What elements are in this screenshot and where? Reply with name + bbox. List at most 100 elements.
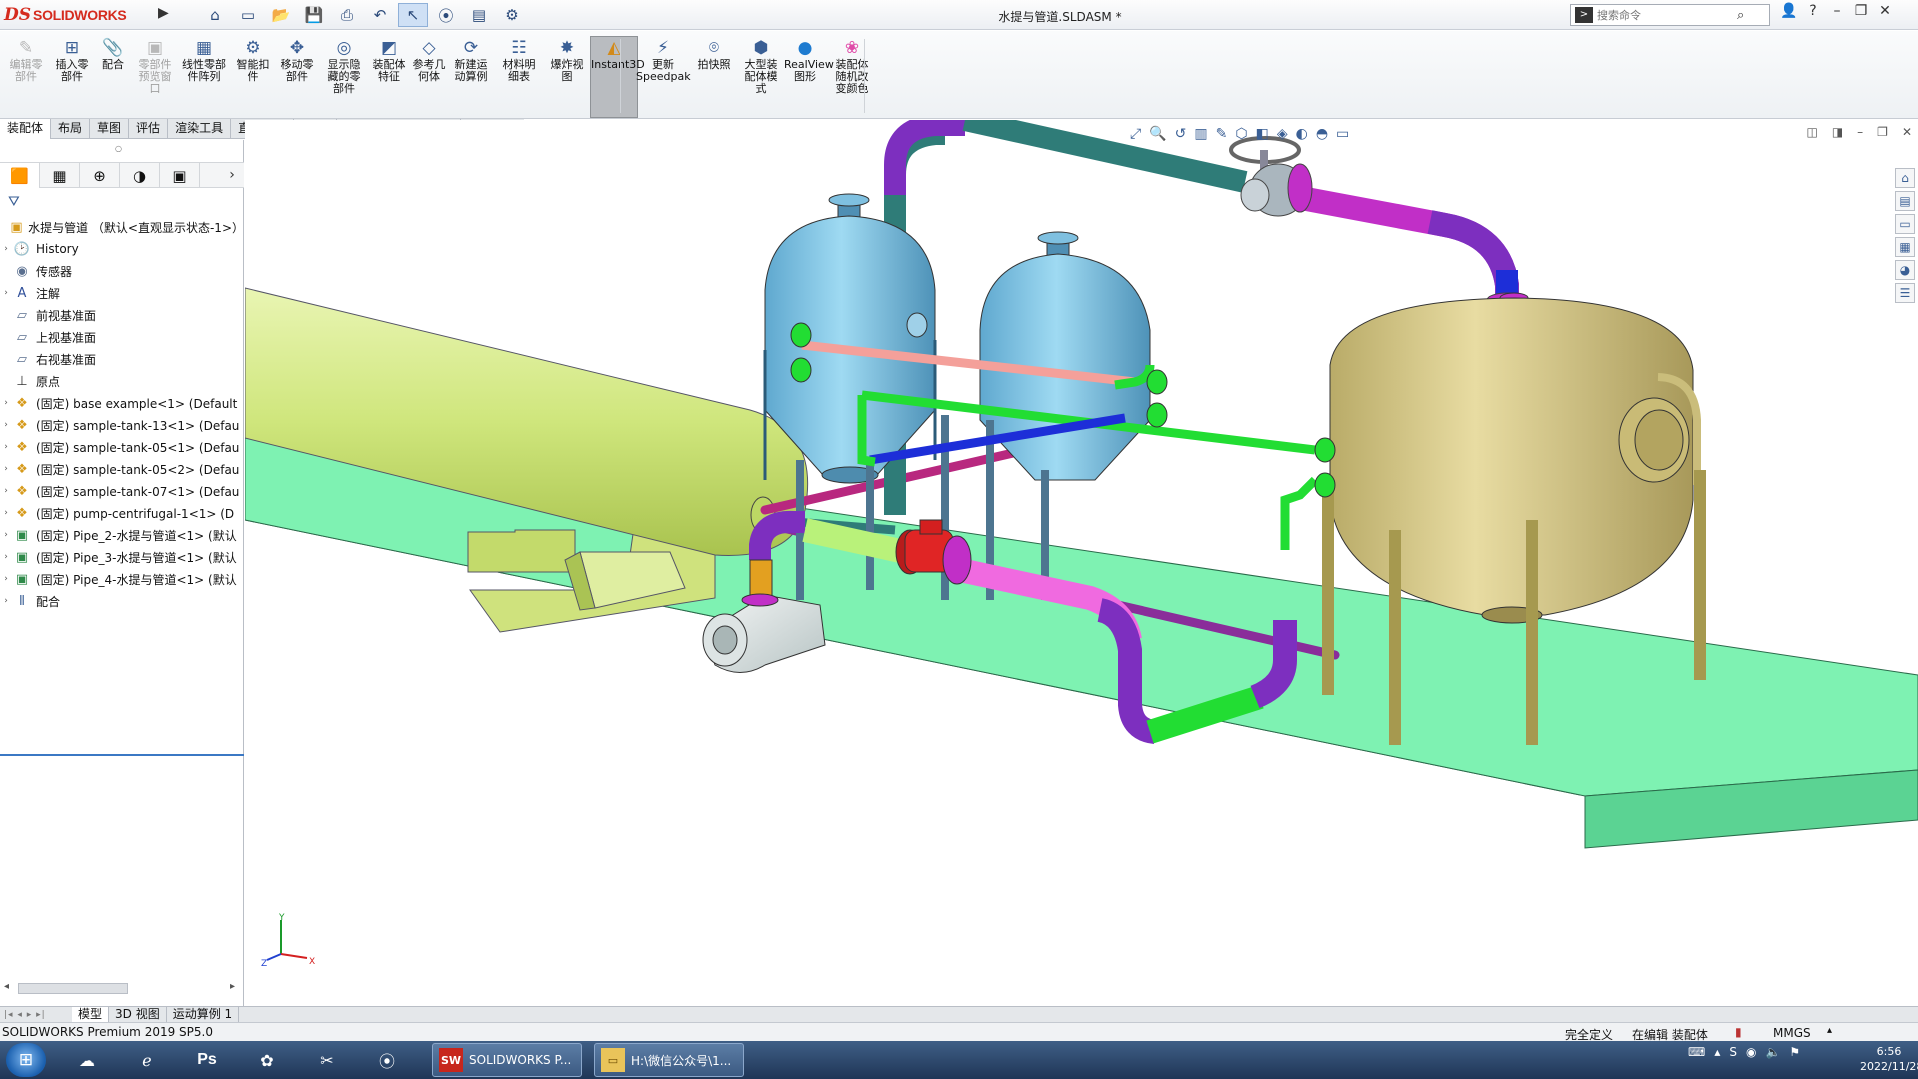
tree-node[interactable]: › ▣ (固定) Pipe_2-水提与管道<1> (默认 <box>0 524 244 546</box>
tool-smart-fastener[interactable]: ⚙ 智能扣 件 <box>235 37 271 117</box>
tool-mate-paperclip[interactable]: 📎 配合 <box>94 37 132 117</box>
rollback-bar[interactable] <box>0 754 244 756</box>
search-icon[interactable]: ⌕ <box>1737 8 1744 23</box>
tool-large-assembly[interactable]: ⬢ 大型装 配体模 式 <box>740 37 782 117</box>
tab-3[interactable]: 评估 <box>129 119 169 139</box>
tree-node[interactable]: › ❖ (固定) sample-tank-05<2> (Defau <box>0 458 244 480</box>
unit-dropdown-icon[interactable]: ▴ <box>1827 1025 1832 1036</box>
search-input[interactable] <box>1597 8 1737 22</box>
open-folder-icon[interactable]: 📂 <box>266 3 296 27</box>
user-icon[interactable]: 👤 <box>1780 3 1798 19</box>
tree-node[interactable]: ▱ 右视基准面 <box>0 348 244 370</box>
select-arrow-icon[interactable]: ↖ <box>398 3 428 27</box>
zoom-area-icon[interactable]: 🔍 <box>1149 126 1166 142</box>
tool-assembly-feature[interactable]: ◩ 装配体 特征 <box>370 37 408 117</box>
configuration-manager-icon[interactable]: ⊕ <box>80 163 120 188</box>
tool-realview-sphere[interactable]: ● RealView 图形 <box>784 37 834 117</box>
tree-node[interactable]: › 🕑 History <box>0 238 244 260</box>
expand-chevron-icon[interactable]: › <box>0 244 12 254</box>
bottom-tab-0[interactable]: 模型 <box>72 1007 110 1022</box>
assembly-model[interactable] <box>245 120 1918 1006</box>
tree-node[interactable]: › ❖ (固定) sample-tank-07<1> (Defau <box>0 480 244 502</box>
tool-move-component[interactable]: ✥ 移动零 部件 <box>276 37 318 117</box>
scroll-right-icon[interactable]: ▸ <box>230 981 235 992</box>
expand-chevron-icon[interactable]: › <box>0 486 12 496</box>
close-icon[interactable]: ✕ <box>1876 3 1894 19</box>
tree-node[interactable]: › ❖ (固定) pump-centrifugal-1<1> (D <box>0 502 244 524</box>
tab-4[interactable]: 渲染工具 <box>168 119 232 139</box>
tree-node[interactable]: › ⫴ 配合 <box>0 590 244 612</box>
solidworks-resources-icon[interactable]: ⌂ <box>1895 168 1915 188</box>
expand-chevron-icon[interactable]: › <box>0 464 12 474</box>
expand-chevron-icon[interactable]: › <box>0 552 12 562</box>
file-properties-icon[interactable]: ▤ <box>464 3 494 27</box>
help-icon[interactable]: ? <box>1804 3 1822 19</box>
appearances-scenes-icon[interactable]: ◕ <box>1895 260 1915 280</box>
volume-icon[interactable]: 🔈 <box>1765 1045 1780 1059</box>
tool-linear-pattern[interactable]: ▦ 线性零部 件阵列 <box>178 37 230 117</box>
view-settings-icon[interactable]: ▭ <box>1336 126 1349 142</box>
paint-icon[interactable]: ✿ <box>242 1043 292 1077</box>
hide-show-items-icon[interactable]: ◈ <box>1277 126 1288 142</box>
taskbar-window-folder[interactable]: ▭ H:\微信公众号\1... <box>594 1043 744 1077</box>
bottom-tab-1[interactable]: 3D 视图 <box>109 1007 167 1022</box>
menu-expand-arrow-icon[interactable]: ▶ <box>158 5 169 21</box>
viewport-split-icon[interactable]: ◫ <box>1806 125 1817 139</box>
dynamic-annotation-icon[interactable]: ✎ <box>1216 126 1228 142</box>
tree-node[interactable]: › A 注解 <box>0 282 244 304</box>
screen-capture-icon[interactable]: ✂ <box>302 1043 352 1077</box>
tab-0[interactable]: 装配体 <box>0 119 52 139</box>
ie-browser-icon[interactable]: ℯ <box>122 1043 172 1077</box>
property-manager-icon[interactable]: ▦ <box>40 163 80 188</box>
display-style-icon[interactable]: ◧ <box>1256 126 1269 142</box>
apply-scene-icon[interactable]: ◓ <box>1316 126 1328 142</box>
tool-edit-component[interactable]: ✎ 编辑零 部件 <box>4 37 48 117</box>
expand-chevron-icon[interactable]: › <box>0 288 12 298</box>
expand-chevron-icon[interactable]: › <box>0 442 12 452</box>
restore-icon[interactable]: ❐ <box>1852 3 1870 19</box>
graphics-area[interactable]: ⤢ 🔍 ↺ ▥ ✎ ⬡ ◧ ◈ ◐ ◓ ▭ ◫ ◨ – ❐ ✕ ⌂ ▤ ▭ ▦ … <box>245 120 1918 1006</box>
viewport-tile-icon[interactable]: ◨ <box>1832 125 1843 139</box>
solidworks-logo[interactable]: DS SOLIDWORKS <box>4 2 154 28</box>
tool-motion-study[interactable]: ⟳ 新建运 动算例 <box>450 37 492 117</box>
keyboard-icon[interactable]: ⌨ <box>1688 1045 1705 1059</box>
expand-chevron-icon[interactable]: › <box>0 398 12 408</box>
scroll-thumb[interactable] <box>18 983 128 994</box>
panel-grip-icon[interactable]: ○ <box>115 144 122 153</box>
tree-node[interactable]: ▱ 前视基准面 <box>0 304 244 326</box>
view-orientation-icon[interactable]: ⬡ <box>1235 126 1247 142</box>
tree-node[interactable]: ⊥ 原点 <box>0 370 244 392</box>
traffic-light-icon[interactable]: ⦿ <box>431 3 461 27</box>
view-palette-icon[interactable]: ▦ <box>1895 237 1915 257</box>
tool-component-preview[interactable]: ▣ 零部件 预览窗 口 <box>135 37 175 117</box>
ev-recorder-icon[interactable]: ⦿ <box>362 1043 412 1077</box>
expand-chevron-icon[interactable]: › <box>0 596 12 606</box>
tree-node[interactable]: › ❖ (固定) sample-tank-05<1> (Defau <box>0 436 244 458</box>
new-document-icon[interactable]: ▭ <box>233 3 263 27</box>
custom-properties-icon[interactable]: ☰ <box>1895 283 1915 303</box>
edit-appearance-icon[interactable]: ◐ <box>1296 126 1308 142</box>
cam-icon[interactable]: ▣ <box>160 163 200 188</box>
tool-bom[interactable]: ☷ 材料明 细表 <box>498 37 540 117</box>
network-icon[interactable]: ◉ <box>1746 1045 1756 1059</box>
horizontal-scrollbar[interactable]: ◂ ▸ <box>4 980 238 996</box>
input-method-icon[interactable]: S <box>1729 1045 1737 1059</box>
expand-chevron-icon[interactable]: › <box>0 574 12 584</box>
tree-node[interactable]: ▱ 上视基准面 <box>0 326 244 348</box>
action-center-icon[interactable]: ⚑ <box>1789 1045 1800 1059</box>
tool-random-color[interactable]: ❀ 装配体 随机改 变颜色 <box>830 37 874 117</box>
previous-view-icon[interactable]: ↺ <box>1175 126 1187 142</box>
filter-icon[interactable]: ⛛ <box>8 194 20 210</box>
tab-2[interactable]: 草图 <box>90 119 130 139</box>
design-library-icon[interactable]: ▤ <box>1895 191 1915 211</box>
tree-node[interactable]: › ❖ (固定) sample-tank-13<1> (Defau <box>0 414 244 436</box>
expand-chevron-icon[interactable]: › <box>0 508 12 518</box>
clock[interactable]: 6:56 2022/11/28 <box>1860 1044 1918 1074</box>
zoom-to-fit-icon[interactable]: ⤢ <box>1130 126 1141 142</box>
tree-node[interactable]: ◉ 传感器 <box>0 260 244 282</box>
print-icon[interactable]: ⎙ <box>332 3 362 27</box>
section-view-icon[interactable]: ▥ <box>1194 126 1207 142</box>
undo-icon[interactable]: ↶ <box>365 3 395 27</box>
tab-nav-arrows-icon[interactable]: |◂ ◂ ▸ ▸| <box>0 1010 72 1020</box>
viewport-close-icon[interactable]: ✕ <box>1902 125 1912 139</box>
